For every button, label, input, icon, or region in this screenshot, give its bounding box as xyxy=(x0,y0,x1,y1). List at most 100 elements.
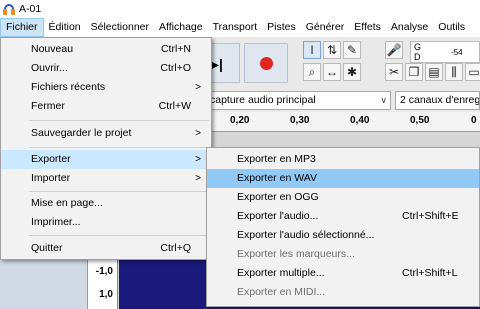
menu-item-export-wav[interactable]: Exporter en WAV xyxy=(207,169,479,188)
menu-item-imprimer[interactable]: Imprimer... xyxy=(1,213,211,232)
menu-item-shortcut: Ctrl+W xyxy=(158,100,191,112)
menu-item-label: Exporter en MIDI... xyxy=(237,286,326,298)
silence-icon[interactable]: ▭ xyxy=(465,63,480,81)
menu-item-export-midi: Exporter en MIDI... xyxy=(207,283,479,302)
selection-tool-icon[interactable]: I xyxy=(303,41,321,59)
ruler-tick: 0,40 xyxy=(350,115,370,126)
menu-item-label: Exporter en OGG xyxy=(237,191,319,203)
menu-item-export-audio[interactable]: Exporter l'audio... Ctrl+Shift+E xyxy=(207,207,479,226)
menu-separator xyxy=(29,120,209,121)
menu-item-export-markers: Exporter les marqueurs... xyxy=(207,245,479,264)
draw-tool-icon[interactable]: ✎ xyxy=(343,41,361,59)
capture-device-value: capture audio principal xyxy=(210,94,316,106)
meter-left-label: G xyxy=(414,42,422,52)
menu-item-label: Sauvegarder le projet xyxy=(31,127,132,139)
chevron-down-icon: ∨ xyxy=(380,95,387,105)
window-title: A-01 xyxy=(19,3,42,15)
menu-affichage[interactable]: Affichage xyxy=(154,18,208,37)
fichier-menu: Nouveau Ctrl+N Ouvrir... Ctrl+O Fichiers… xyxy=(0,37,212,260)
ruler-tick: 0,20 xyxy=(230,115,250,126)
menu-separator xyxy=(29,191,209,192)
record-button[interactable] xyxy=(244,43,288,83)
menu-item-export-ogg[interactable]: Exporter en OGG xyxy=(207,188,479,207)
menu-item-fermer[interactable]: Fermer Ctrl+W xyxy=(1,97,211,116)
microphone-icon[interactable]: 🎤 xyxy=(385,41,403,59)
device-toolbar: capture audio principal ∨ 2 canaux d'enr… xyxy=(205,91,480,110)
menu-item-shortcut: Ctrl+O xyxy=(160,62,191,74)
chevron-right-icon: > xyxy=(195,173,201,184)
paste-icon[interactable]: ▤ xyxy=(425,63,443,81)
multi-tool-icon[interactable]: ✱ xyxy=(343,63,361,81)
chevron-right-icon: > xyxy=(195,128,201,139)
menu-item-mise-en-page[interactable]: Mise en page... xyxy=(1,194,211,213)
zoom-tool-icon[interactable]: ⌕ xyxy=(303,63,321,81)
menu-item-shortcut: Ctrl+Shift+L xyxy=(402,267,458,279)
menu-item-export-selection[interactable]: Exporter l'audio sélectionné... xyxy=(207,226,479,245)
menu-item-shortcut: Ctrl+Shift+E xyxy=(402,210,459,222)
menu-item-quitter[interactable]: Quitter Ctrl+Q xyxy=(1,239,211,258)
menu-fichier[interactable]: Fichier xyxy=(0,18,44,37)
menu-item-nouveau[interactable]: Nouveau Ctrl+N xyxy=(1,40,211,59)
menu-item-label: Exporter en WAV xyxy=(237,172,317,184)
menu-item-label: Exporter multiple... xyxy=(237,267,325,279)
menu-item-export-mp3[interactable]: Exporter en MP3 xyxy=(207,150,479,169)
channels-select[interactable]: 2 canaux d'enregis xyxy=(395,91,480,110)
amplitude-scale: -1,0 1,0 xyxy=(88,260,118,309)
menu-effets[interactable]: Effets xyxy=(349,18,386,37)
menu-separator xyxy=(29,147,209,148)
menu-item-exporter[interactable]: Exporter > xyxy=(1,150,211,169)
copy-icon[interactable]: ❐ xyxy=(405,63,423,81)
menu-item-fichiers-recents[interactable]: Fichiers récents > xyxy=(1,78,211,97)
menu-item-sauvegarder[interactable]: Sauvegarder le projet > xyxy=(1,124,211,143)
menu-item-label: Fichiers récents xyxy=(31,81,106,93)
menu-selectionner[interactable]: Sélectionner xyxy=(86,18,154,37)
menu-analyse[interactable]: Analyse xyxy=(386,18,433,37)
scale-label: 1,0 xyxy=(99,289,113,300)
ruler-tick: 0 xyxy=(471,115,477,126)
export-submenu: Exporter en MP3 Exporter en WAV Exporter… xyxy=(206,147,480,307)
menu-transport[interactable]: Transport xyxy=(208,18,263,37)
cut-icon[interactable]: ✂ xyxy=(385,63,403,81)
channels-value: 2 canaux d'enregis xyxy=(400,94,480,106)
meter-value: -54 xyxy=(451,48,463,57)
audacity-logo-icon xyxy=(3,3,15,15)
title-bar: A-01 xyxy=(0,0,480,18)
menu-item-importer[interactable]: Importer > xyxy=(1,169,211,188)
timeline-ruler[interactable]: 0,20 0,30 0,40 0,50 0 xyxy=(205,112,480,132)
menu-item-shortcut: Ctrl+Q xyxy=(160,242,191,254)
menu-item-shortcut: Ctrl+N xyxy=(160,43,191,55)
menu-item-label: Exporter en MP3 xyxy=(237,153,316,165)
menu-item-label: Quitter xyxy=(31,242,63,254)
menu-item-label: Mise en page... xyxy=(31,197,103,209)
scale-label: -1,0 xyxy=(95,266,113,277)
menu-item-label: Nouveau xyxy=(31,43,74,55)
menu-item-ouvrir[interactable]: Ouvrir... Ctrl+O xyxy=(1,59,211,78)
envelope-tool-icon[interactable]: ⇅ xyxy=(323,41,341,59)
chevron-right-icon: > xyxy=(195,154,201,165)
record-icon xyxy=(260,57,273,70)
skip-end-icon: ▸| xyxy=(212,56,223,72)
menu-item-label: Ouvrir... xyxy=(31,62,68,74)
menu-outils[interactable]: Outils xyxy=(433,18,470,37)
menu-item-label: Importer xyxy=(31,172,71,184)
menu-item-label: Imprimer... xyxy=(31,216,81,228)
ruler-tick: 0,50 xyxy=(410,115,430,126)
menu-item-export-multiple[interactable]: Exporter multiple... Ctrl+Shift+L xyxy=(207,264,479,283)
menu-pistes[interactable]: Pistes xyxy=(262,18,301,37)
menu-item-label: Exporter l'audio sélectionné... xyxy=(237,229,375,241)
trim-icon[interactable]: ⫼ xyxy=(445,63,463,81)
meter-right-label: D xyxy=(414,52,421,62)
menu-item-label: Exporter les marqueurs... xyxy=(237,248,355,260)
menu-item-label: Exporter xyxy=(31,153,71,165)
menu-generer[interactable]: Générer xyxy=(301,18,350,37)
menu-separator xyxy=(29,235,209,236)
ruler-tick: 0,30 xyxy=(290,115,310,126)
menu-bar: Fichier Édition Sélectionner Affichage T… xyxy=(0,18,480,37)
menu-item-label: Fermer xyxy=(31,100,65,112)
recording-meter[interactable]: G D -54 xyxy=(410,41,480,63)
menu-edition[interactable]: Édition xyxy=(44,18,86,37)
chevron-right-icon: > xyxy=(195,82,201,93)
timeshift-tool-icon[interactable]: ↔ xyxy=(323,63,341,81)
menu-item-label: Exporter l'audio... xyxy=(237,210,319,222)
capture-device-select[interactable]: capture audio principal ∨ xyxy=(205,91,391,110)
